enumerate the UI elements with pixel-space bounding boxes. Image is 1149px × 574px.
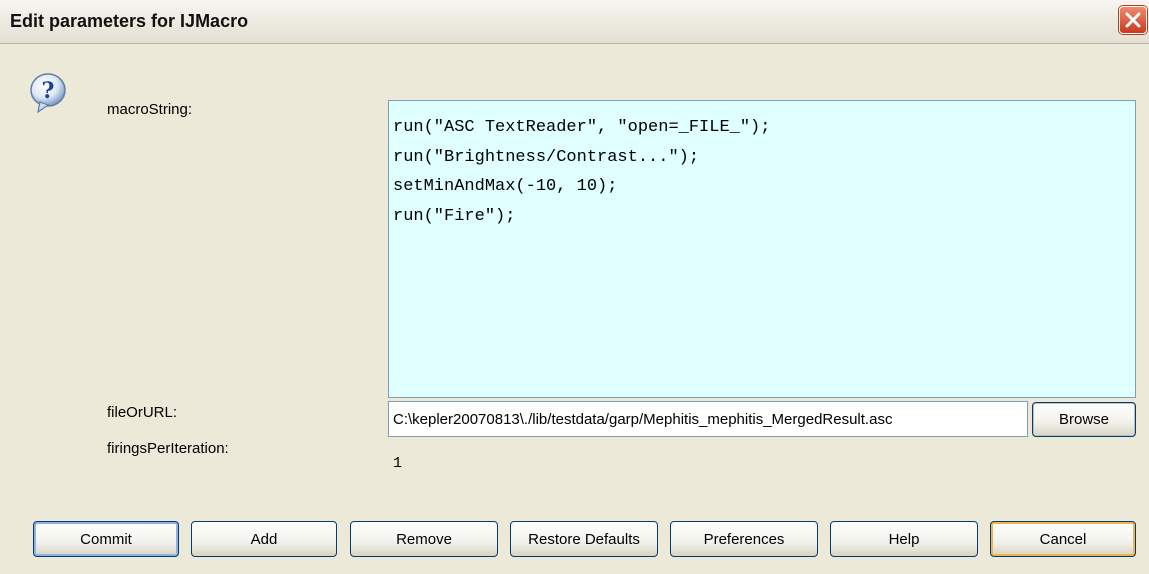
title-bar[interactable]: Edit parameters for IJMacro bbox=[0, 0, 1149, 44]
browse-button[interactable]: Browse bbox=[1032, 402, 1136, 437]
svg-text:?: ? bbox=[42, 78, 55, 104]
cancel-button[interactable]: Cancel bbox=[990, 521, 1136, 557]
firingsperiteration-value: 1 bbox=[393, 455, 403, 472]
restore-defaults-button[interactable]: Restore Defaults bbox=[510, 521, 658, 557]
macrostring-textarea[interactable]: run("ASC TextReader", "open=_FILE_"); ru… bbox=[388, 100, 1136, 398]
add-button[interactable]: Add bbox=[191, 521, 337, 557]
close-button[interactable] bbox=[1119, 6, 1147, 34]
remove-button[interactable]: Remove bbox=[350, 521, 498, 557]
commit-button[interactable]: Commit bbox=[33, 521, 179, 557]
fileorurl-label: fileOrURL: bbox=[107, 404, 178, 421]
macrostring-label: macroString: bbox=[107, 101, 193, 118]
help-button[interactable]: Help bbox=[830, 521, 978, 557]
question-mark-icon: ? bbox=[26, 70, 82, 126]
close-icon bbox=[1125, 12, 1141, 28]
preferences-button[interactable]: Preferences bbox=[670, 521, 818, 557]
firingsperiteration-label: firingsPerIteration: bbox=[107, 440, 229, 457]
window-title: Edit parameters for IJMacro bbox=[10, 11, 249, 31]
fileorurl-input[interactable] bbox=[388, 401, 1028, 437]
